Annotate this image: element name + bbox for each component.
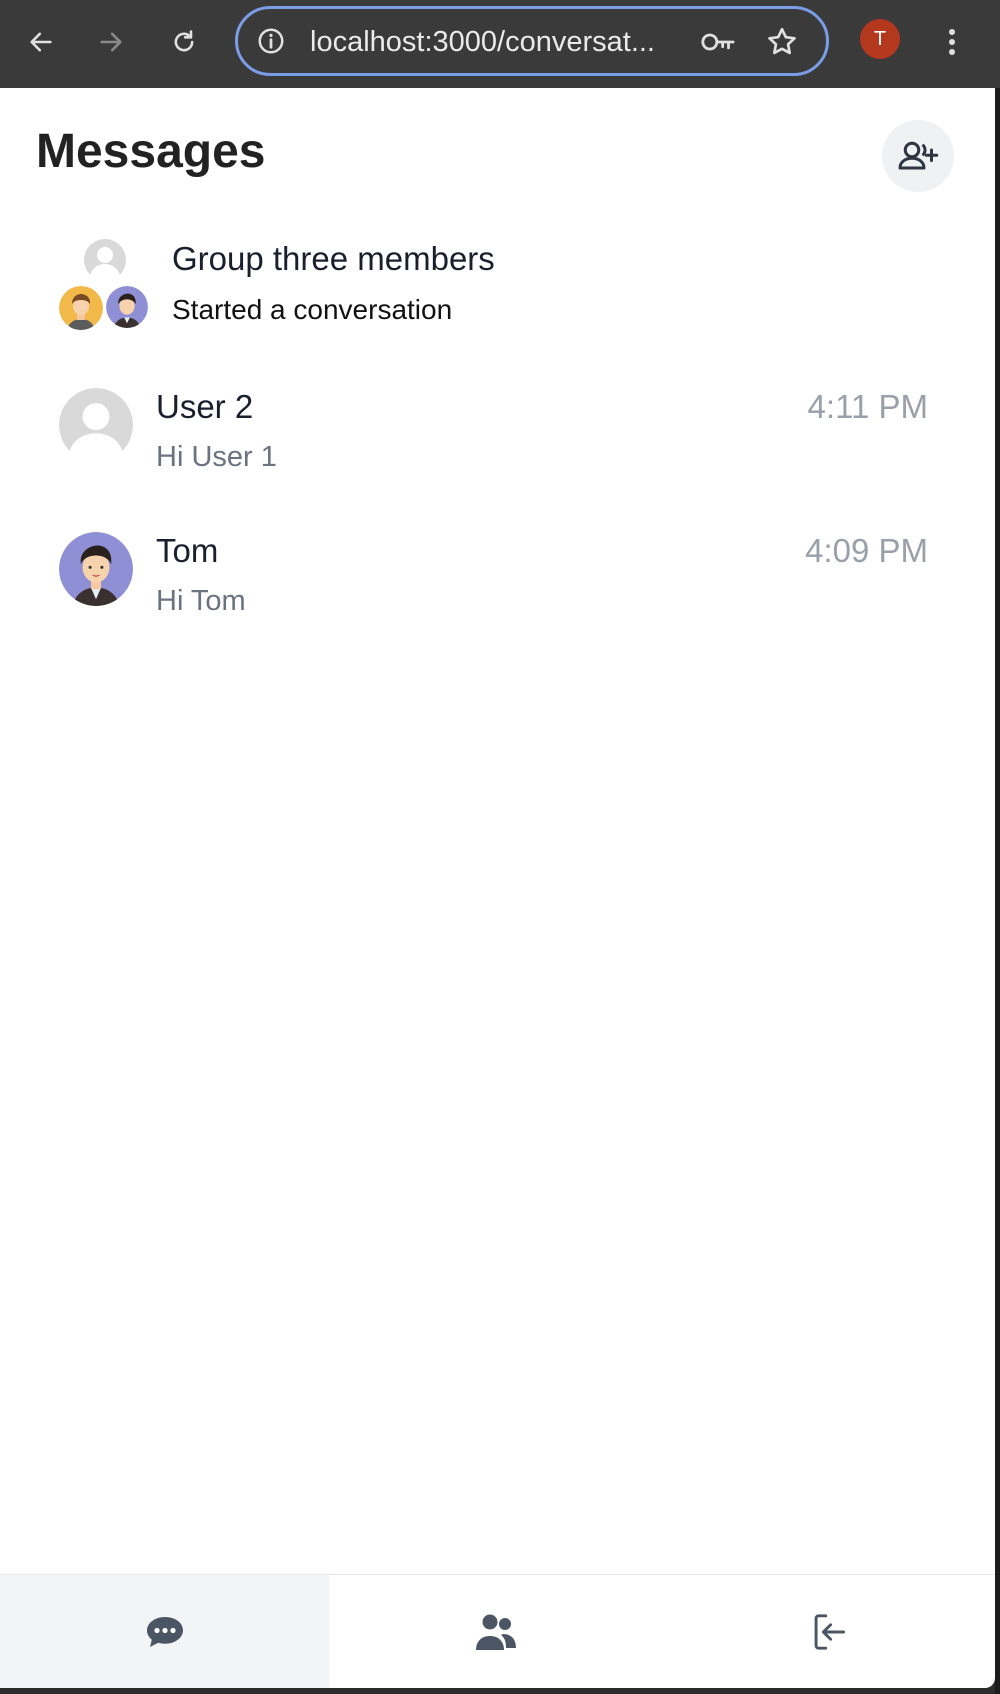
conversation-item-group[interactable]: Group three members Started a conversati… [0,238,995,348]
more-vertical-icon [949,29,955,55]
page-title: Messages [36,125,266,178]
conversation-name: Tom [156,532,219,569]
forward-button[interactable] [87,18,135,66]
conversation-preview: Hi User 1 [156,441,277,473]
conversation-item-tom[interactable]: Tom 4:09 PM Hi Tom [0,532,995,642]
browser-toolbar: localhost:3000/conversat... T [0,0,1000,88]
avatar [83,238,127,282]
app-page: Messages Group three members Started a c… [0,88,995,1688]
conversation-name: User 2 [156,388,254,425]
conversation-preview: Hi Tom [156,585,246,617]
conversation-preview: Started a conversation [172,294,453,325]
info-icon[interactable] [256,26,286,56]
avatar [59,286,103,330]
profile-initial: T [873,27,887,50]
user-plus-icon [898,141,939,170]
conversation-name: Group three members [172,240,495,277]
browser-menu-button[interactable] [928,18,976,66]
arrow-right-icon [100,32,122,52]
conversation-time: 4:09 PM [805,532,928,569]
logout-icon [814,1613,845,1650]
conversation-item-user-2[interactable]: User 2 4:11 PM Hi User 1 [0,388,995,498]
star-icon[interactable] [765,25,799,59]
conversation-time: 4:11 PM [807,388,928,425]
key-icon[interactable] [699,28,737,56]
tab-contacts[interactable] [329,1575,662,1688]
avatar [59,532,133,606]
window-edge [995,88,1000,1694]
tab-logout[interactable] [662,1575,995,1688]
avatar [59,388,133,462]
reload-icon [174,30,194,52]
users-icon [475,1614,516,1650]
chat-bubble-icon [146,1616,183,1647]
arrow-left-icon [30,32,52,52]
reload-button[interactable] [160,18,208,66]
add-contact-button[interactable] [882,120,954,192]
url-text[interactable]: localhost:3000/conversat... [310,26,655,59]
bottom-tab-bar [0,1574,995,1688]
profile-avatar[interactable]: T [860,19,900,59]
back-button[interactable] [17,18,65,66]
avatar [106,286,148,328]
tab-chats[interactable] [0,1575,329,1688]
address-bar[interactable]: localhost:3000/conversat... [235,6,829,76]
